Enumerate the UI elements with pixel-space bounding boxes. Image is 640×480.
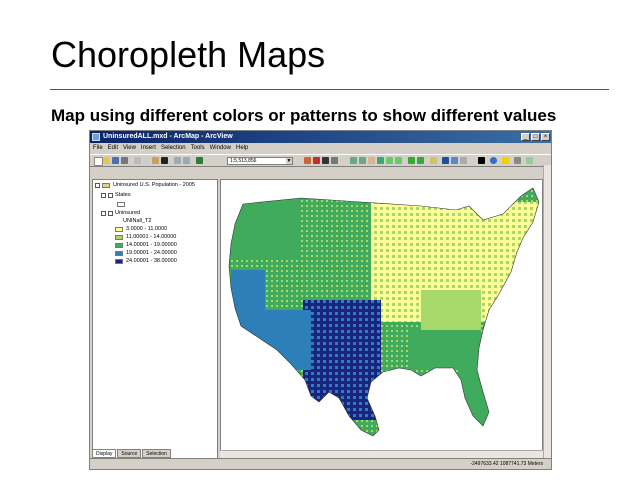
window-titlebar[interactable]: UninsuredALL.mxd - ArcMap - ArcView _ □ … xyxy=(90,131,551,143)
legend-swatch[interactable] xyxy=(115,251,123,256)
collapse-toggle[interactable] xyxy=(101,193,106,198)
open-folder-icon[interactable] xyxy=(103,157,110,164)
vertical-scrollbar[interactable] xyxy=(543,165,551,459)
tab-display[interactable]: Display xyxy=(92,449,117,458)
layer-visibility-checkbox[interactable] xyxy=(108,193,113,198)
time-slider-icon[interactable] xyxy=(514,157,521,164)
arcmap-app-icon xyxy=(92,133,100,141)
print-icon[interactable] xyxy=(121,157,128,164)
forward-arrow-icon[interactable] xyxy=(417,157,424,164)
legend-class-label: 14.00001 - 19.00000 xyxy=(126,242,177,248)
find-icon[interactable] xyxy=(451,157,458,164)
horizontal-scrollbar[interactable] xyxy=(220,450,543,458)
menu-edit[interactable]: Edit xyxy=(108,145,118,151)
arctoolbox-icon[interactable] xyxy=(313,157,320,164)
measure-icon[interactable] xyxy=(460,157,467,164)
zoom-in-icon[interactable] xyxy=(350,157,357,164)
menu-tools[interactable]: Tools xyxy=(191,145,205,151)
legend-class-label: 11.00001 - 14.00000 xyxy=(126,234,177,240)
info-icon[interactable] xyxy=(490,157,497,164)
menu-file[interactable]: File xyxy=(93,145,103,151)
layer-visibility-checkbox[interactable] xyxy=(108,211,113,216)
hyperlink-icon[interactable] xyxy=(502,157,509,164)
legend-class-label: 19.00001 - 24.00000 xyxy=(126,250,177,256)
menu-insert[interactable]: Insert xyxy=(141,145,156,151)
command-line-icon[interactable] xyxy=(322,157,329,164)
help-cursor-icon[interactable] xyxy=(331,157,338,164)
menu-help[interactable]: Help xyxy=(236,145,248,151)
layers-icon xyxy=(102,183,110,188)
map-display[interactable] xyxy=(220,179,543,459)
copy-icon[interactable] xyxy=(143,157,150,164)
close-button[interactable]: × xyxy=(541,133,550,141)
legend-class-label: 24.00001 - 38.00000 xyxy=(126,258,177,264)
table-of-contents: Uninsured U.S. Population - 2005 States … xyxy=(92,179,218,459)
toc-tabs: Display Source Selection xyxy=(92,449,172,458)
slide-subtitle: Map using different colors or patterns t… xyxy=(51,106,557,125)
tab-source[interactable]: Source xyxy=(117,449,142,458)
symbology-field: UNINall_T2 xyxy=(123,218,152,224)
arcmap-window: UninsuredALL.mxd - ArcMap - ArcView _ □ … xyxy=(89,130,552,470)
map-scale-input[interactable]: 1:5,513,856 xyxy=(227,157,293,165)
add-data-icon[interactable] xyxy=(196,157,203,164)
legend-class-label: 3.0000 - 11.0000 xyxy=(126,226,168,232)
standard-toolbar: 1:5,513,856 ▼ xyxy=(90,154,551,167)
new-document-icon[interactable] xyxy=(94,157,103,166)
menubar: File Edit View Insert Selection Tools Wi… xyxy=(90,143,551,152)
editor-icon[interactable] xyxy=(304,157,311,164)
select-elements-arrow-icon[interactable] xyxy=(478,157,485,164)
data-frame-name[interactable]: Uninsured U.S. Population - 2005 xyxy=(113,182,195,188)
graph-icon[interactable] xyxy=(526,157,533,164)
legend-swatch[interactable] xyxy=(115,227,123,232)
fixed-zoom-out-icon[interactable] xyxy=(395,157,402,164)
layer-name-states[interactable]: States xyxy=(115,192,131,198)
title-rule xyxy=(50,89,609,90)
pan-hand-icon[interactable] xyxy=(368,157,375,164)
legend-swatch[interactable] xyxy=(115,243,123,248)
delete-icon[interactable] xyxy=(161,157,168,164)
coordinate-readout: -2497633.42 1087741.73 Meters xyxy=(470,461,543,467)
redo-icon[interactable] xyxy=(183,157,190,164)
collapse-toggle[interactable] xyxy=(95,183,100,188)
minimize-button[interactable]: _ xyxy=(521,133,530,141)
collapse-toggle[interactable] xyxy=(101,211,106,216)
save-icon[interactable] xyxy=(112,157,119,164)
fixed-zoom-in-icon[interactable] xyxy=(386,157,393,164)
identify-icon[interactable] xyxy=(442,157,449,164)
layer-name-uninsured[interactable]: Uninsured xyxy=(115,210,140,216)
full-extent-icon[interactable] xyxy=(377,157,384,164)
menu-selection[interactable]: Selection xyxy=(161,145,186,151)
slide-title: Choropleth Maps xyxy=(51,34,326,75)
tab-selection[interactable]: Selection xyxy=(142,449,171,458)
select-features-icon[interactable] xyxy=(430,157,437,164)
paste-icon[interactable] xyxy=(152,157,159,164)
menu-view[interactable]: View xyxy=(123,145,136,151)
maximize-button[interactable]: □ xyxy=(531,133,540,141)
window-title: UninsuredALL.mxd - ArcMap - ArcView xyxy=(103,133,233,140)
status-bar: -2497633.42 1087741.73 Meters xyxy=(90,458,551,469)
back-arrow-icon[interactable] xyxy=(408,157,415,164)
cut-icon[interactable] xyxy=(134,157,141,164)
zoom-out-icon[interactable] xyxy=(359,157,366,164)
chevron-down-icon[interactable]: ▼ xyxy=(286,158,292,164)
legend-swatch[interactable] xyxy=(115,259,123,264)
legend-swatch[interactable] xyxy=(115,235,123,240)
menu-window[interactable]: Window xyxy=(210,145,231,151)
undo-icon[interactable] xyxy=(174,157,181,164)
choropleth-map[interactable] xyxy=(221,180,543,459)
states-symbol xyxy=(117,202,125,207)
